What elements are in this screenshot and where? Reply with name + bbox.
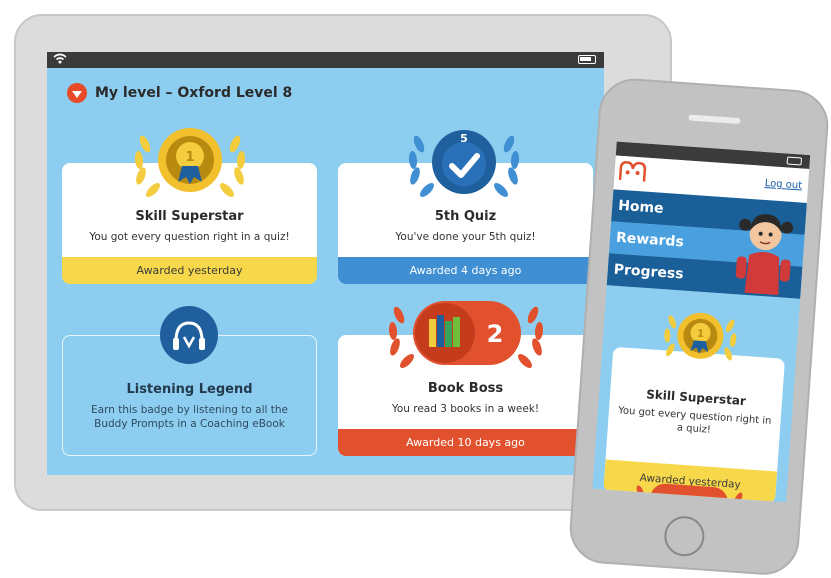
awarded-status: Awarded 4 days ago bbox=[338, 257, 593, 284]
app-logo-icon[interactable] bbox=[618, 160, 647, 184]
badge-description: Earn this badge by listening to all the … bbox=[91, 404, 288, 430]
badge-description: You got every question right in a quiz! bbox=[89, 231, 290, 243]
phone-body: Log out Home Rewards Progress Skill Supe… bbox=[567, 76, 831, 578]
logout-link[interactable]: Log out bbox=[764, 178, 802, 192]
books-icon: 2 bbox=[383, 295, 549, 381]
status-bar bbox=[47, 52, 604, 68]
gold-medal-icon: 1 bbox=[664, 312, 737, 361]
quiz-count: 5 bbox=[460, 132, 468, 145]
badge-description: You've done your 5th quiz! bbox=[395, 231, 536, 243]
awarded-status: Awarded 10 days ago bbox=[338, 429, 593, 456]
badge-description: You got every question right in a quiz! bbox=[617, 405, 772, 436]
phone-frame: Log out Home Rewards Progress Skill Supe… bbox=[567, 76, 831, 578]
awarded-status: Awarded yesterday bbox=[62, 257, 317, 284]
character-illustration-icon bbox=[735, 214, 794, 296]
badge-title: 5th Quiz bbox=[434, 209, 497, 224]
level-label: My level – Oxford Level 8 bbox=[95, 85, 293, 101]
phone-nav: Home Rewards Progress bbox=[606, 189, 807, 299]
awarded-status: Awarded yesterday bbox=[603, 459, 778, 503]
medal-number: 1 bbox=[697, 329, 705, 340]
medal-number: 1 bbox=[185, 150, 194, 165]
tablet-screen: My level – Oxford Level 8 Skill Supersta… bbox=[47, 52, 604, 475]
level-selector[interactable]: My level – Oxford Level 8 bbox=[67, 83, 292, 103]
wifi-icon bbox=[53, 53, 67, 69]
dropdown-toggle-icon[interactable] bbox=[67, 83, 87, 103]
phone-home-button[interactable] bbox=[663, 514, 706, 558]
headphones-icon bbox=[159, 305, 219, 369]
phone-speaker bbox=[688, 114, 741, 125]
gold-medal-icon: 1 bbox=[129, 124, 251, 210]
badge-title: Skill Superstar bbox=[135, 209, 244, 224]
battery-icon bbox=[786, 156, 803, 166]
phone-screen: Log out Home Rewards Progress Skill Supe… bbox=[592, 141, 811, 503]
badge-description: You read 3 books in a week! bbox=[391, 403, 540, 415]
badge-title: Book Boss bbox=[427, 381, 504, 396]
quiz-checkmark-icon: 5 bbox=[403, 124, 525, 210]
battery-icon bbox=[578, 55, 596, 64]
books-count: 2 bbox=[487, 320, 504, 348]
badge-title: Listening Legend bbox=[126, 382, 253, 397]
